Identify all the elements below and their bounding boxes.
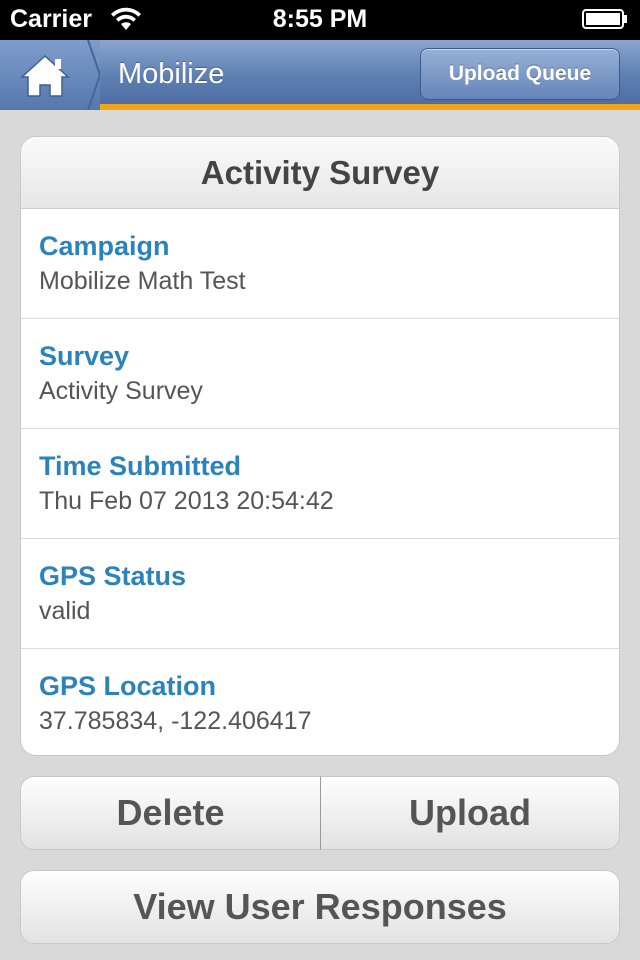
battery-icon [582, 9, 627, 29]
detail-label: Campaign [39, 231, 170, 261]
detail-value: Thu Feb 07 2013 20:54:42 [39, 487, 334, 515]
upload-queue-button[interactable]: Upload Queue [420, 48, 620, 100]
card-title: Activity Survey [21, 137, 619, 209]
home-icon [20, 40, 100, 110]
survey-detail-card: Activity Survey Campaign Mobilize Math T… [20, 136, 620, 756]
nav-title: Mobilize [118, 58, 225, 90]
detail-label: GPS Status [39, 561, 187, 591]
status-bar: Carrier 8:55 PM [0, 0, 640, 40]
detail-label: Survey [39, 341, 130, 371]
detail-row-campaign: Campaign Mobilize Math Test [21, 209, 619, 319]
status-time: 8:55 PM [272, 5, 368, 33]
detail-value: 37.785834, -122.406417 [39, 707, 312, 735]
delete-button[interactable]: Delete [20, 776, 321, 850]
detail-row-time-submitted: Time Submitted Thu Feb 07 2013 20:54:42 [21, 429, 619, 539]
detail-row-gps-status: GPS Status valid [21, 539, 619, 649]
navigation-bar: Mobilize Upload Queue [0, 40, 640, 110]
view-user-responses-button[interactable]: View User Responses [20, 870, 620, 944]
detail-value: Mobilize Math Test [39, 267, 246, 295]
detail-row-survey: Survey Activity Survey [21, 319, 619, 429]
upload-button[interactable]: Upload [321, 776, 620, 850]
detail-row-gps-location: GPS Location 37.785834, -122.406417 [21, 649, 619, 755]
detail-label: Time Submitted [39, 451, 242, 481]
detail-value: Activity Survey [39, 377, 203, 405]
detail-value: valid [39, 597, 91, 625]
detail-label: GPS Location [39, 671, 217, 701]
home-button[interactable] [0, 40, 100, 110]
